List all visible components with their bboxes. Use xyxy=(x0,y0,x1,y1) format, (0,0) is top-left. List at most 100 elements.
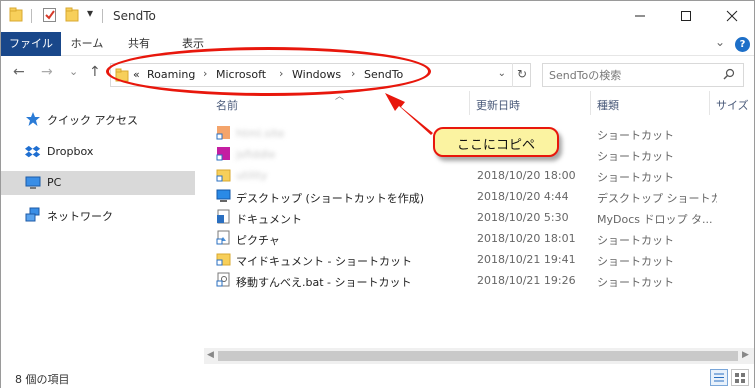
recent-locations-dropdown[interactable]: ⌄ xyxy=(69,65,78,78)
tab-share[interactable]: 共有 xyxy=(119,32,159,56)
callout-text: ここにコピペ xyxy=(456,138,535,153)
search-input[interactable] xyxy=(549,67,719,83)
file-date: 2018/10/20 18:00 xyxy=(477,169,576,182)
title-separator xyxy=(31,9,32,23)
sidebar-item-pc[interactable]: PC xyxy=(1,171,195,195)
scrollbar-thumb[interactable] xyxy=(218,351,738,361)
file-name: ピクチャ xyxy=(236,234,280,247)
folder-shortcut-icon xyxy=(216,253,231,266)
pc-icon xyxy=(25,176,41,189)
search-box[interactable] xyxy=(542,63,744,87)
file-date: 2018/10/20 5:30 xyxy=(477,211,569,224)
file-type: MyDocs ドロップ タ... xyxy=(597,213,713,226)
file-date: 2018/10/21 19:41 xyxy=(477,253,576,266)
up-button[interactable]: ↑ xyxy=(89,64,101,80)
large-icons-view-button[interactable] xyxy=(731,369,749,386)
new-folder-icon[interactable] xyxy=(65,7,79,23)
window-title: SendTo xyxy=(113,9,156,23)
folder-icon xyxy=(216,169,231,182)
star-icon xyxy=(26,112,40,126)
column-header-date[interactable]: 更新日時 xyxy=(476,97,520,113)
refresh-icon: ↻ xyxy=(516,67,528,81)
file-name: ドキュメント xyxy=(236,213,302,226)
column-divider[interactable] xyxy=(469,91,470,115)
title-separator xyxy=(102,9,103,23)
customize-toolbar-dropdown[interactable]: ▾ xyxy=(87,6,93,20)
file-date: 2018/10/20 18:01 xyxy=(477,232,576,245)
minimize-icon xyxy=(635,15,645,17)
sidebar-item-dropbox[interactable]: Dropbox xyxy=(1,140,195,164)
column-divider[interactable] xyxy=(590,91,591,115)
item-count: 8 個の項目 xyxy=(15,373,70,386)
file-row[interactable]: デスクトップ (ショートカットを作成) 2018/10/20 4:44 デスクト… xyxy=(214,186,754,207)
network-icon xyxy=(25,207,40,222)
search-icon[interactable] xyxy=(723,68,735,80)
details-view-icon xyxy=(714,373,724,382)
file-name: html.site xyxy=(236,127,285,140)
bat-shortcut-icon xyxy=(216,272,230,287)
sidebar-item-network[interactable]: ネットワーク xyxy=(1,203,195,227)
document-icon xyxy=(217,209,230,224)
file-type: ショートカット xyxy=(597,255,674,268)
sidebar-item-label: ネットワーク xyxy=(47,210,113,223)
file-type: ショートカット xyxy=(597,171,674,184)
maximize-icon xyxy=(681,11,691,21)
file-name: utility xyxy=(236,169,268,182)
file-row[interactable]: 移動すんべえ.bat - ショートカット 2018/10/21 19:26 ショ… xyxy=(214,270,754,291)
help-button[interactable]: ? xyxy=(735,37,750,52)
navigation-pane: クイック アクセス Dropbox PC ネットワーク xyxy=(1,91,196,367)
title-bar: ▾ SendTo xyxy=(1,1,754,31)
file-name: マイドキュメント - ショートカット xyxy=(236,255,412,268)
file-type: ショートカット xyxy=(597,129,674,142)
column-header-type[interactable]: 種類 xyxy=(597,97,619,113)
ribbon-expand-icon[interactable]: ⌄ xyxy=(715,35,725,49)
file-type: ショートカット xyxy=(597,150,674,163)
file-row[interactable]: ドキュメント 2018/10/20 5:30 MyDocs ドロップ タ... xyxy=(214,207,754,228)
address-history-dropdown[interactable]: ⌄ xyxy=(498,68,506,79)
horizontal-scrollbar[interactable]: ◀ ▶ xyxy=(204,348,754,364)
file-row[interactable]: ピクチャ 2018/10/20 18:01 ショートカット xyxy=(214,228,754,249)
refresh-button[interactable]: ↻ xyxy=(512,63,531,87)
close-button[interactable] xyxy=(709,1,755,31)
file-date: 2018/10/20 4:44 xyxy=(477,190,569,203)
tab-home[interactable]: ホーム xyxy=(65,32,109,56)
close-icon xyxy=(726,10,738,22)
help-icon: ? xyxy=(735,37,750,52)
tab-file[interactable]: ファイル xyxy=(1,32,61,56)
callout-arrow-icon xyxy=(385,93,433,135)
sidebar-item-label: PC xyxy=(47,176,62,189)
dropbox-icon xyxy=(25,145,41,158)
folder-icon xyxy=(9,7,23,22)
file-type: ショートカット xyxy=(597,234,674,247)
sidebar-item-label: クイック アクセス xyxy=(47,114,138,127)
column-header-name[interactable]: 名前 xyxy=(216,97,238,113)
sidebar-item-quick-access[interactable]: クイック アクセス xyxy=(1,107,195,131)
file-date: 2018/10/21 19:26 xyxy=(477,274,576,287)
back-button[interactable]: ← xyxy=(13,64,25,80)
file-type: デスクトップ ショートカ... xyxy=(597,192,717,205)
sidebar-item-label: Dropbox xyxy=(47,145,94,158)
file-row[interactable]: マイドキュメント - ショートカット 2018/10/21 19:41 ショート… xyxy=(214,249,754,270)
annotation-callout: ここにコピペ xyxy=(433,127,559,157)
forward-button[interactable]: → xyxy=(41,64,53,80)
file-row[interactable]: utility 2018/10/20 18:00 ショートカット xyxy=(214,165,754,186)
large-icons-view-icon xyxy=(735,373,745,383)
status-bar: 8 個の項目 xyxy=(1,367,754,388)
explorer-window: ▾ SendTo ファイル ホーム 共有 表示 ⌄ ? ← → ⌄ ↑ « Ro… xyxy=(0,0,755,388)
properties-icon[interactable] xyxy=(42,7,57,23)
maximize-button[interactable] xyxy=(663,1,709,31)
column-divider[interactable] xyxy=(709,91,710,115)
scroll-right-icon[interactable]: ▶ xyxy=(742,350,749,360)
file-type: ショートカット xyxy=(597,276,674,289)
app-shortcut-icon xyxy=(216,147,230,161)
file-name: jsfiddle xyxy=(236,148,276,161)
desktop-icon xyxy=(216,189,231,202)
app-shortcut-icon xyxy=(216,126,230,140)
file-name: デスクトップ (ショートカットを作成) xyxy=(236,192,425,205)
details-view-button[interactable] xyxy=(710,369,728,386)
picture-shortcut-icon xyxy=(216,230,230,245)
column-header-size[interactable]: サイズ xyxy=(716,97,749,113)
scroll-left-icon[interactable]: ◀ xyxy=(207,350,214,360)
minimize-button[interactable] xyxy=(617,1,663,31)
file-name: 移動すんべえ.bat - ショートカット xyxy=(236,276,412,289)
